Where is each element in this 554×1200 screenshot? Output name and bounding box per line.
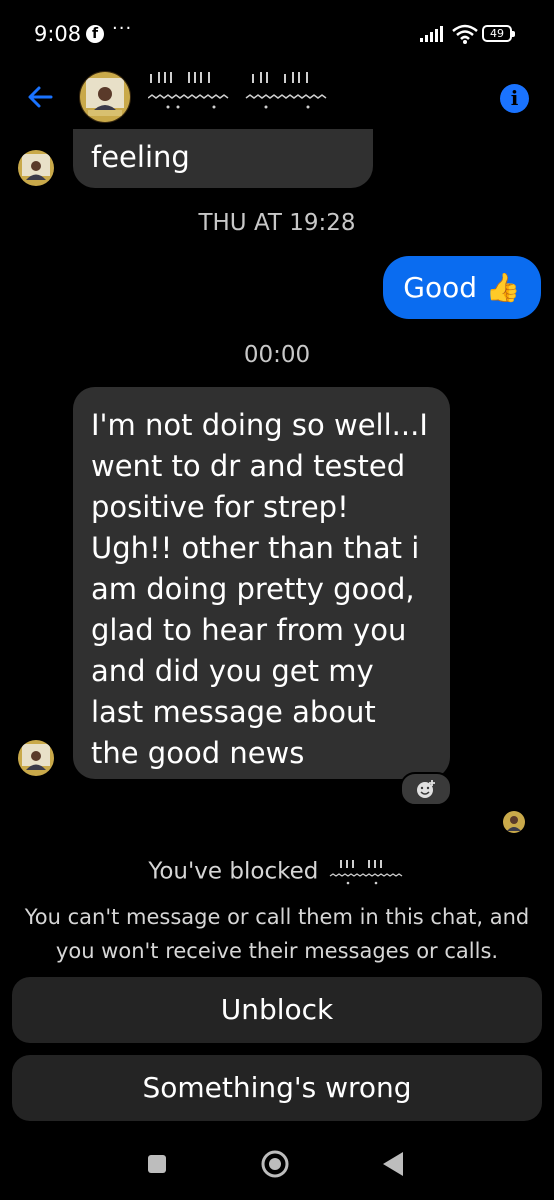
back-nav-icon[interactable] — [381, 1150, 405, 1178]
facebook-icon: f — [86, 25, 104, 43]
contact-avatar[interactable] — [79, 71, 131, 123]
timestamp-divider: THU AT 19:28 — [198, 210, 356, 236]
blocked-notice-description: You can't message or call them in this c… — [24, 905, 530, 963]
blocked-title-text: You've blocked — [148, 858, 319, 885]
message-bubble-outgoing[interactable]: Good 👍 — [383, 256, 541, 319]
battery-indicator: 49 — [482, 25, 515, 42]
wifi-icon — [452, 24, 478, 44]
back-arrow-icon[interactable] — [24, 80, 58, 114]
contact-name-obscured[interactable] — [148, 70, 338, 114]
read-receipt-avatar — [503, 811, 525, 833]
recents-nav-icon[interactable] — [148, 1155, 166, 1173]
more-notifications-indicator: ··· — [112, 18, 133, 39]
blocked-notice-title: You've blocked — [0, 858, 554, 886]
add-reaction-icon[interactable] — [400, 772, 452, 806]
message-bubble-incoming[interactable]: feeling — [73, 129, 373, 188]
home-nav-icon[interactable] — [261, 1150, 289, 1178]
sender-avatar[interactable] — [18, 150, 54, 186]
status-time: 9:08 — [34, 22, 82, 46]
info-icon[interactable]: i — [500, 84, 529, 113]
unblock-button[interactable]: Unblock — [12, 977, 542, 1043]
timestamp-divider: 00:00 — [243, 342, 311, 368]
signal-icon — [420, 26, 443, 42]
message-bubble-incoming[interactable]: I'm not doing so well...I went to dr and… — [73, 387, 450, 779]
blocked-name-obscured — [329, 860, 403, 885]
sender-avatar[interactable] — [18, 740, 54, 776]
something-wrong-button[interactable]: Something's wrong — [12, 1055, 542, 1121]
